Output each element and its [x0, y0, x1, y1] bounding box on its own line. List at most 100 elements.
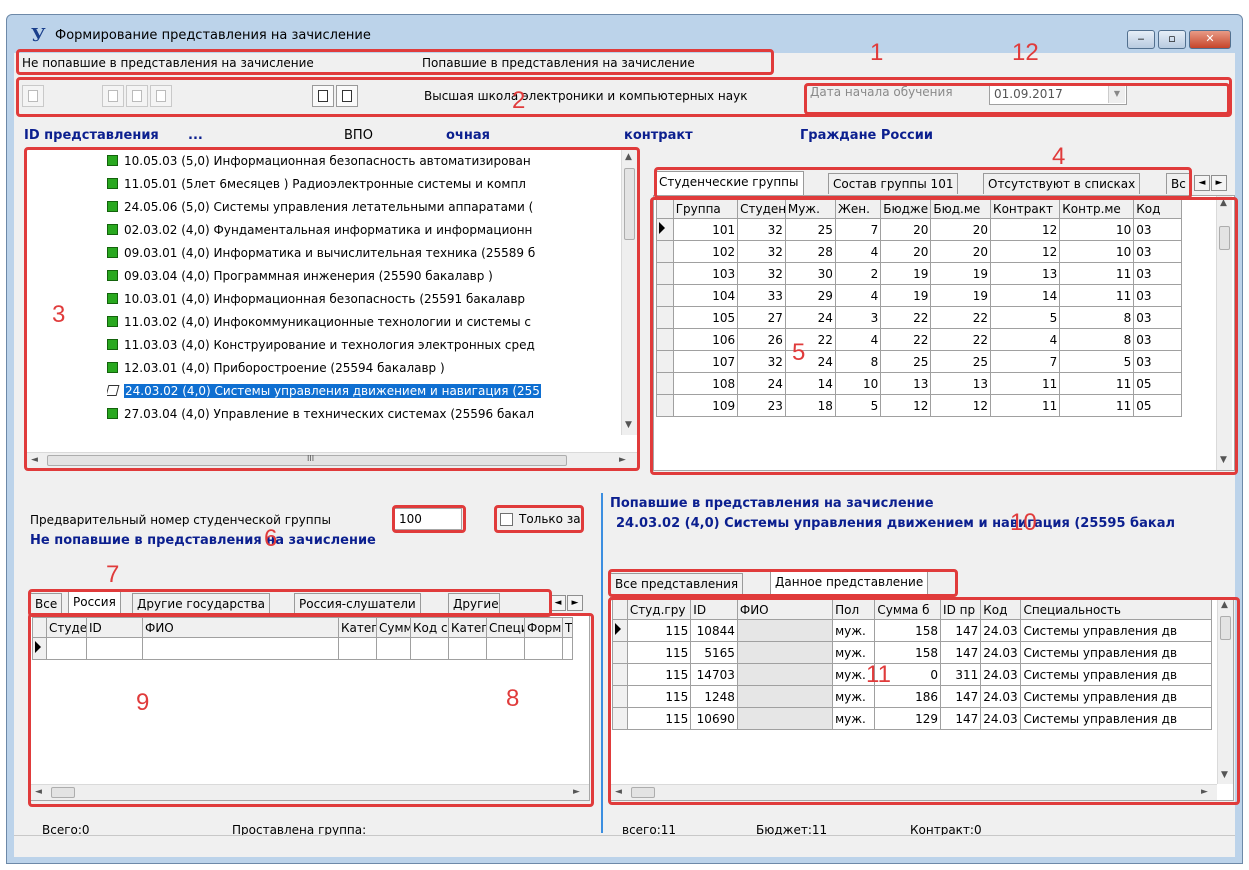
table-cell[interactable]: 109: [672, 394, 739, 417]
table-cell[interactable]: 22: [880, 328, 932, 351]
tree-item[interactable]: 09.03.01 (4,0) Информатика и вычислитель…: [107, 246, 617, 268]
table-cell[interactable]: 24: [737, 372, 786, 395]
table-cell[interactable]: 03: [1133, 328, 1182, 351]
column-header[interactable]: Код с: [410, 617, 449, 638]
table-cell[interactable]: 8: [834, 350, 882, 373]
tab-this-representation[interactable]: Данное представление: [770, 571, 929, 595]
table-cell[interactable]: 4: [834, 328, 882, 351]
tree-item[interactable]: 11.05.01 (5лет 6месяцев ) Радиоэлектронн…: [107, 177, 617, 199]
table-cell[interactable]: 108: [672, 372, 739, 395]
column-header[interactable]: ID пр: [940, 599, 982, 620]
table-row[interactable]: 108 24 14 10 13 13 11 11 05: [656, 372, 1182, 395]
scroll-left-icon[interactable]: ◄: [35, 787, 42, 797]
column-header[interactable]: Сумма б: [874, 599, 942, 620]
table-cell[interactable]: 32: [737, 262, 786, 285]
document-icon[interactable]: [336, 85, 358, 107]
table-cell[interactable]: 23: [737, 394, 786, 417]
table-row[interactable]: 109 23 18 5 12 12 11 11 05: [656, 394, 1182, 417]
tab-scroll-left-icon[interactable]: ◄: [550, 595, 566, 611]
table-cell[interactable]: 12: [990, 240, 1061, 263]
table-cell[interactable]: 24.03: [980, 641, 1022, 664]
table-cell[interactable]: [376, 637, 411, 660]
scroll-down-icon[interactable]: ▼: [1220, 455, 1227, 465]
table-cell[interactable]: 115: [626, 663, 692, 686]
tab-all[interactable]: Вс: [1166, 173, 1192, 194]
table-row[interactable]: 105 27 24 3 22 22 5 8 03: [656, 306, 1182, 329]
column-header[interactable]: Группа: [672, 198, 739, 219]
table-cell[interactable]: 102: [672, 240, 739, 263]
redacted-name-cell[interactable]: [736, 641, 834, 664]
table-cell[interactable]: 19: [930, 284, 992, 307]
redacted-name-cell[interactable]: [736, 685, 834, 708]
table-cell[interactable]: 101: [672, 218, 739, 241]
table-cell[interactable]: 28: [784, 240, 836, 263]
column-header[interactable]: Код: [980, 599, 1022, 620]
table-cell[interactable]: 5: [990, 306, 1061, 329]
column-header[interactable]: Т: [562, 617, 573, 638]
redacted-name-cell[interactable]: [736, 663, 834, 686]
table-cell[interactable]: 24: [784, 306, 836, 329]
table-cell[interactable]: [486, 637, 525, 660]
column-header[interactable]: Пол: [832, 599, 876, 620]
table-row[interactable]: 104 33 29 4 19 19 14 11 03: [656, 284, 1182, 307]
scroll-down-icon[interactable]: ▼: [1221, 770, 1228, 780]
tree-item[interactable]: 24.03.02 (4,0) Системы управления движен…: [107, 384, 617, 406]
table-cell[interactable]: 11: [1059, 262, 1135, 285]
table-cell[interactable]: 4: [990, 328, 1061, 351]
table-cell[interactable]: 2: [834, 262, 882, 285]
tab-other[interactable]: Другие: [448, 593, 500, 614]
table-row[interactable]: 115 5165 муж. 158 147 24.03 Системы управления…: [612, 641, 1212, 664]
table-cell[interactable]: 20: [880, 218, 932, 241]
table-cell[interactable]: муж.: [832, 707, 876, 730]
tree-item[interactable]: 27.03.04 (4,0) Управление в технических …: [107, 407, 617, 429]
table-cell[interactable]: 19: [930, 262, 992, 285]
minimize-button[interactable]: ‒: [1127, 30, 1155, 49]
table-cell[interactable]: Системы управления дв: [1020, 641, 1212, 664]
table-cell[interactable]: 20: [930, 218, 992, 241]
table-cell[interactable]: 25: [784, 218, 836, 241]
table-row[interactable]: 115 1248 муж. 186 147 24.03 Системы управления…: [612, 685, 1212, 708]
table-cell[interactable]: 14: [990, 284, 1061, 307]
column-header[interactable]: Бюдже: [880, 198, 932, 219]
column-header[interactable]: Форм: [524, 617, 563, 638]
column-header[interactable]: Жен.: [834, 198, 882, 219]
column-header[interactable]: Студен: [737, 198, 786, 219]
table-cell[interactable]: 22: [930, 306, 992, 329]
tab-scroll-left-icon[interactable]: ◄: [1194, 175, 1210, 191]
table-cell[interactable]: 11: [1059, 394, 1135, 417]
scroll-right-icon[interactable]: ►: [1201, 787, 1208, 797]
table-cell[interactable]: 13: [880, 372, 932, 395]
table-row[interactable]: [32, 637, 573, 660]
table-cell[interactable]: 107: [672, 350, 739, 373]
tree-item[interactable]: 02.03.02 (4,0) Фундаментальная информати…: [107, 223, 617, 245]
table-cell[interactable]: [562, 637, 573, 660]
table-cell[interactable]: 12: [990, 218, 1061, 241]
table-cell[interactable]: 13: [990, 262, 1061, 285]
tab-scroll-right-icon[interactable]: ►: [567, 595, 583, 611]
table-cell[interactable]: 05: [1133, 372, 1182, 395]
table-cell[interactable]: [338, 637, 377, 660]
tree-item[interactable]: 10.05.03 (5,0) Информационная безопаснос…: [107, 154, 617, 176]
column-header[interactable]: Специальность: [1020, 599, 1212, 620]
row-indicator[interactable]: [612, 641, 628, 664]
table-cell[interactable]: 19: [880, 262, 932, 285]
row-indicator[interactable]: [656, 372, 674, 395]
menu-not-included[interactable]: Не попавшие в представления на зачислени…: [22, 56, 314, 70]
table-cell[interactable]: 24.03: [980, 663, 1022, 686]
table-cell[interactable]: 12: [930, 394, 992, 417]
table-cell[interactable]: [524, 637, 563, 660]
row-indicator[interactable]: [656, 284, 674, 307]
table-cell[interactable]: 4: [834, 240, 882, 263]
column-header[interactable]: Код: [1133, 198, 1182, 219]
maximize-button[interactable]: ▫: [1158, 30, 1186, 49]
column-header[interactable]: Контракт: [990, 198, 1061, 219]
table-cell[interactable]: 05: [1133, 394, 1182, 417]
row-indicator[interactable]: [656, 240, 674, 263]
table-cell[interactable]: 20: [930, 240, 992, 263]
scroll-right-icon[interactable]: ►: [573, 787, 580, 797]
table-row[interactable]: 115 10690 муж. 129 147 24.03 Системы управлени…: [612, 707, 1212, 730]
table-cell[interactable]: [86, 637, 143, 660]
table-cell[interactable]: 10: [1059, 240, 1135, 263]
table-cell[interactable]: 24.03: [980, 619, 1022, 642]
tree-hscroll[interactable]: ◄ III ►: [27, 452, 637, 468]
